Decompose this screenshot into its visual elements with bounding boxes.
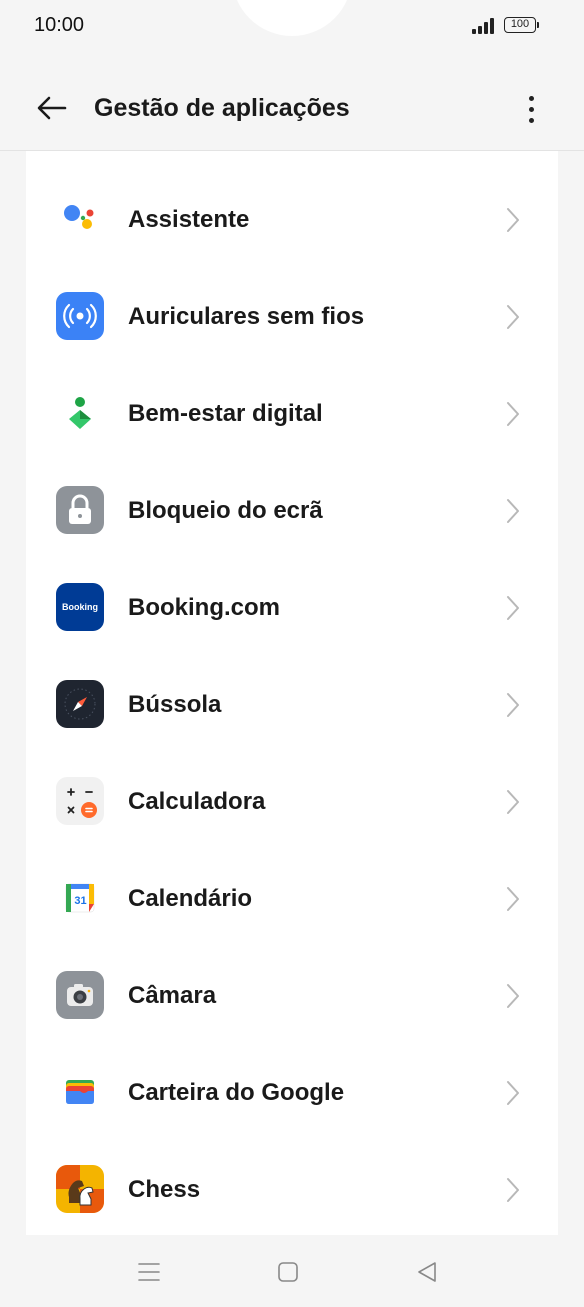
app-label: Calendário — [128, 885, 253, 912]
google-wallet-icon — [56, 1068, 104, 1116]
recents-icon[interactable] — [137, 1260, 161, 1284]
navigation-bar — [0, 1236, 584, 1307]
app-label: Carteira do Google — [128, 1079, 345, 1106]
list-item-camara[interactable]: Câmara — [26, 947, 558, 1044]
list-item-calculadora[interactable]: Calculadora — [26, 753, 558, 850]
page-title: Gestão de aplicações — [94, 94, 350, 122]
compass-icon — [56, 680, 104, 728]
list-item-bloqueio[interactable]: Bloqueio do ecrã — [26, 462, 558, 559]
chevron-right-icon — [507, 499, 519, 523]
chevron-right-icon — [507, 596, 519, 620]
list-item-chess[interactable]: Chess — [26, 1141, 558, 1235]
app-label: Calculadora — [128, 788, 266, 815]
chevron-right-icon — [507, 305, 519, 329]
app-label: Assistente — [128, 206, 250, 233]
status-time: 10:00 — [34, 14, 85, 36]
list-item-bussola[interactable]: Bússola — [26, 656, 558, 753]
list-item-booking[interactable]: Booking Booking.com — [26, 559, 558, 656]
app-label: Auriculares sem fios — [128, 303, 365, 330]
chevron-right-icon — [507, 790, 519, 814]
chevron-right-icon — [507, 402, 519, 426]
calculator-icon — [56, 777, 104, 825]
list-item-assistente[interactable]: Assistente — [26, 171, 558, 268]
chevron-right-icon — [507, 887, 519, 911]
app-label: Bem-estar digital — [128, 400, 323, 427]
app-label: Câmara — [128, 982, 217, 1009]
list-item-bem-estar[interactable]: Bem-estar digital — [26, 365, 558, 462]
list-item-carteira[interactable]: Carteira do Google — [26, 1044, 558, 1141]
booking-icon: Booking — [56, 583, 104, 631]
home-icon[interactable] — [276, 1260, 300, 1284]
app-header: Gestão de aplicações — [0, 70, 584, 150]
app-label: Booking.com — [128, 594, 281, 621]
app-label: Bloqueio do ecrã — [128, 497, 323, 524]
chess-icon — [56, 1165, 104, 1213]
chevron-right-icon — [507, 693, 519, 717]
chevron-right-icon — [507, 208, 519, 232]
app-list: Assistente Auriculares sem fios Bem-esta… — [26, 151, 558, 1235]
signal-icon — [472, 18, 496, 34]
battery-icon: 100 — [504, 17, 539, 33]
status-bar: 10:00 100 — [0, 0, 584, 52]
digital-wellbeing-icon — [56, 389, 104, 437]
back-triangle-icon[interactable] — [415, 1260, 439, 1284]
wireless-earphones-icon — [56, 292, 104, 340]
list-item-calendario[interactable]: 31 Calendário — [26, 850, 558, 947]
google-assistant-icon — [56, 195, 104, 243]
lock-screen-icon — [56, 486, 104, 534]
chevron-right-icon — [507, 1178, 519, 1202]
chevron-right-icon — [507, 984, 519, 1008]
calendar-icon-day: 31 — [74, 895, 86, 907]
chevron-right-icon — [507, 1081, 519, 1105]
back-arrow-icon[interactable] — [34, 90, 70, 126]
app-label: Bússola — [128, 691, 222, 718]
booking-icon-text: Booking — [62, 602, 98, 612]
list-item-auriculares[interactable]: Auriculares sem fios — [26, 268, 558, 365]
camera-icon — [56, 971, 104, 1019]
app-label: Chess — [128, 1176, 201, 1203]
calendar-icon: 31 — [56, 874, 104, 922]
phone-screen: 10:00 100 Gestão de aplicações Assistent… — [0, 0, 584, 1307]
more-options-icon[interactable] — [520, 92, 544, 128]
